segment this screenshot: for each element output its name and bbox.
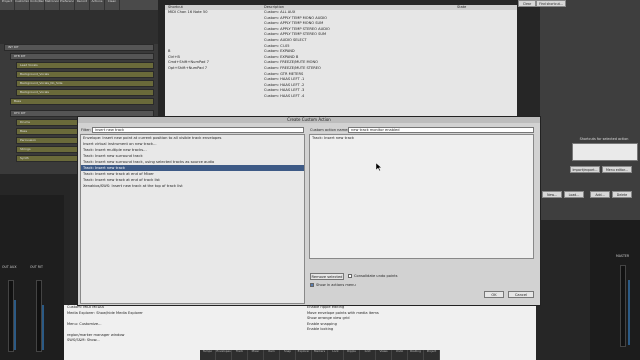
toolbar-button[interactable]: Lock xyxy=(328,350,344,360)
track-header[interactable]: RTB RIT xyxy=(10,53,154,60)
track-header[interactable]: Background_Vocals_No_Side xyxy=(16,80,154,87)
available-actions-list[interactable]: Envelope: Insert new point at current po… xyxy=(80,134,305,304)
toolbar-button[interactable]: Preferences xyxy=(60,0,75,10)
toolbar-button[interactable]: Project xyxy=(0,0,15,10)
master-meter xyxy=(628,280,630,345)
list-item[interactable]: Enable locking xyxy=(304,327,534,333)
find-shortcut-button[interactable]: Find shortcut... xyxy=(536,0,566,7)
track-header[interactable]: Background_Vocals xyxy=(16,71,154,78)
new-button[interactable]: New... xyxy=(542,191,562,198)
toolbar-button[interactable]: Tempo xyxy=(200,350,216,360)
toolbar-button[interactable]: Envelopes xyxy=(216,350,232,360)
custom-action-name-label: Custom action name: xyxy=(310,128,349,132)
toolbar-button[interactable]: Mixer xyxy=(248,350,264,360)
mixer-label: OUT AUX xyxy=(2,265,17,269)
toolbar-button[interactable]: Project xyxy=(424,350,440,360)
list-item[interactable]: Track: Insert new track xyxy=(310,135,533,141)
master-mixer: MASTER xyxy=(590,220,640,360)
consolidate-undo-label: Consolidate undo points xyxy=(354,274,398,278)
custom-action-steps-list[interactable]: Track: Insert new track xyxy=(309,134,534,259)
ok-button[interactable]: OK xyxy=(484,291,504,298)
toolbar-button[interactable]: Grid xyxy=(360,350,376,360)
show-in-actions-menu-label: Show in actions menu xyxy=(316,283,356,287)
toolbar-button[interactable]: Undo/Redo xyxy=(30,0,45,10)
main-toolbar: Project Customize Undo/Redo Metronome Pr… xyxy=(0,0,158,10)
toolbar-button[interactable]: Actions xyxy=(90,0,105,10)
level-meter xyxy=(14,300,16,350)
toolbar-button[interactable]: Markers xyxy=(312,350,328,360)
toolbar-button[interactable]: Snap xyxy=(280,350,296,360)
master-fader[interactable] xyxy=(620,265,626,347)
description-cell: Custom: HAAS LEFT .4 xyxy=(264,93,305,98)
dialog-title: Create Custom Action xyxy=(78,117,540,123)
bottom-toolbar: Tempo Envelopes Track Mixer Item Snap Ex… xyxy=(200,350,440,360)
shortcuts-box[interactable] xyxy=(572,143,638,161)
toolbar-button[interactable]: Metronome xyxy=(45,0,60,10)
master-label: MASTER xyxy=(616,254,630,258)
menu-editor-button[interactable]: Menu editor... xyxy=(602,166,632,173)
toolbar-button[interactable]: Record xyxy=(75,0,90,10)
toolbar-button[interactable]: Item xyxy=(264,350,280,360)
mixer-label: OUT RIT xyxy=(30,265,43,269)
actions-list[interactable]: Shortcut Description State MIDI Chan 16 … xyxy=(165,5,517,118)
ruler-area xyxy=(0,10,158,44)
create-custom-action-dialog: Create Custom Action Filter: insert new … xyxy=(77,116,541,306)
toolbar-button[interactable]: Customize xyxy=(15,0,30,10)
right-panel: Clear Find shortcut... Shortcuts for sel… xyxy=(518,0,640,220)
shortcuts-label: Shortcuts for selected action xyxy=(579,137,629,141)
remove-selected-button[interactable]: Remove selected xyxy=(310,273,344,280)
filter-label: Filter: xyxy=(81,128,92,132)
level-meter xyxy=(42,305,44,350)
toolbar-button[interactable]: Undo xyxy=(392,350,408,360)
toolbar-button[interactable]: Routing xyxy=(408,350,424,360)
filter-input[interactable]: insert new track xyxy=(92,127,304,133)
list-item[interactable]: Custom: HAAS LEFT .4 xyxy=(165,94,517,100)
clear-button[interactable]: Clear xyxy=(518,0,536,7)
mouse-cursor-icon xyxy=(376,163,382,171)
custom-action-name-input[interactable]: new track monitor enabled xyxy=(348,127,534,133)
shortcut-cell xyxy=(165,94,264,100)
list-item[interactable]: Xenakios/SWS: Insert new track at the to… xyxy=(81,183,304,189)
consolidate-undo-checkbox[interactable] xyxy=(348,274,352,278)
show-in-actions-menu-checkbox[interactable] xyxy=(310,283,314,287)
track-header[interactable]: INT RIT xyxy=(4,44,154,51)
toolbar-button[interactable]: Explorer xyxy=(296,350,312,360)
delete-button[interactable]: Delete xyxy=(612,191,632,198)
track-header[interactable]: Bass xyxy=(10,98,154,105)
load-button[interactable]: Load... xyxy=(564,191,584,198)
track-header[interactable]: Background_Vocals xyxy=(16,89,154,96)
cancel-button[interactable]: Cancel xyxy=(508,291,534,298)
toolbar-button[interactable]: Track xyxy=(232,350,248,360)
mixer-area: OUT AUX OUT RIT xyxy=(0,195,64,360)
track-header[interactable]: Lead Vocals xyxy=(16,62,154,69)
toolbar-button[interactable]: Clean xyxy=(105,0,120,10)
list-item[interactable]: SWS/S&M: Show... xyxy=(64,338,294,344)
toolbar-button[interactable]: Ripple xyxy=(344,350,360,360)
add-button[interactable]: Add... xyxy=(590,191,610,198)
import-export-button[interactable]: Import/export... xyxy=(570,166,600,173)
toolbar-button[interactable]: Views xyxy=(376,350,392,360)
